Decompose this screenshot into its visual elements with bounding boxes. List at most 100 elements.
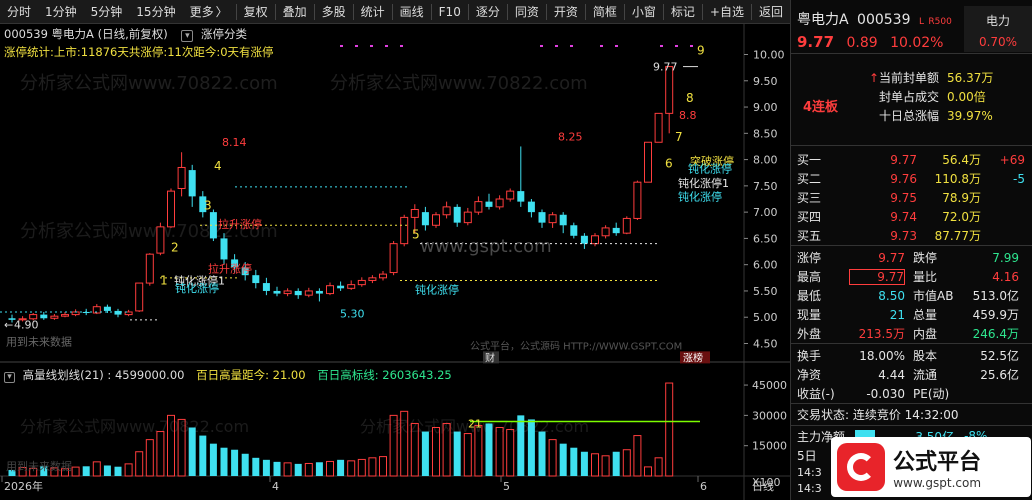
candle-body xyxy=(389,243,398,274)
candle-body xyxy=(601,227,610,237)
stat-label: 外盘 xyxy=(797,327,822,341)
toolbar-right-8[interactable]: 开资 xyxy=(547,0,585,24)
stat-value: 52.5亿 xyxy=(980,349,1019,363)
buy-change: -5 xyxy=(1013,171,1025,186)
toolbar-right-1[interactable]: 叠加 xyxy=(276,0,314,24)
seal-row: ↑ 当前封单额 56.37万 xyxy=(869,68,993,87)
y-tick-label: 5.50 xyxy=(753,285,778,298)
tag-cai: 财 xyxy=(485,351,495,364)
toolbar-right-12[interactable]: +自选 xyxy=(703,0,751,24)
limit-number: 4 xyxy=(214,159,222,173)
toolbar-right-3[interactable]: 统计 xyxy=(354,0,392,24)
buy-order-row[interactable]: 买五 9.73 87.77万 xyxy=(791,226,1032,245)
volume-bar xyxy=(570,447,578,476)
stat-row: 换手 18.00% 股本 52.5亿 xyxy=(791,346,1032,365)
collapse-icon[interactable]: ▾ xyxy=(4,372,15,383)
price-change: 0.89 xyxy=(846,35,878,51)
toolbar-right-11[interactable]: 标记 xyxy=(664,0,702,24)
limit-marker xyxy=(615,45,618,47)
toolbar-right-7[interactable]: 同资 xyxy=(508,0,546,24)
toolbar-right-13[interactable]: 返回 xyxy=(752,0,790,24)
candle-body xyxy=(145,253,154,284)
limit-marker xyxy=(600,45,603,47)
candle-body xyxy=(167,190,175,228)
volume-bar xyxy=(379,456,387,477)
candle-body xyxy=(517,191,525,202)
toolbar-left-3[interactable]: 15分钟 xyxy=(129,0,182,24)
volume-bar xyxy=(82,466,90,476)
toolbar-left-0[interactable]: 分时 xyxy=(0,0,38,24)
source-text: 公式平台，公式源码 HTTP://WWW.GSPT.COM xyxy=(470,340,682,353)
volume-header: ▾ 高量线划线(21) : 4599000.00 百日高量距今: 21.00 百… xyxy=(4,367,452,383)
last-high-label: 9.77 xyxy=(653,61,678,74)
volume-bar xyxy=(315,462,323,476)
seal-value: 39.97% xyxy=(947,108,993,123)
future-data-note: 用到未来数据 xyxy=(6,334,72,348)
volume-bar xyxy=(199,435,207,476)
volume-bar xyxy=(644,466,652,477)
toolbar-left-4[interactable]: 更多〉 xyxy=(183,0,235,24)
streak-label: 4连板 xyxy=(803,100,839,115)
candle-body xyxy=(61,314,69,317)
toolbar-left-1[interactable]: 1分钟 xyxy=(38,0,84,24)
pre-price-label: 8.8 xyxy=(679,109,697,122)
candle-body xyxy=(347,284,356,289)
candle-body xyxy=(252,275,260,284)
toolbar-right-6[interactable]: 逐分 xyxy=(469,0,507,24)
volume-bar xyxy=(633,435,642,477)
badge-r: R500 xyxy=(928,17,952,27)
candle-body xyxy=(548,214,557,224)
volume-f2: 百日高标线: 2603643.25 xyxy=(317,368,452,382)
buy-order-row[interactable]: 买一 9.77 56.4万 +69 xyxy=(791,150,1032,169)
quote-panel: 粤电力A 000539 L R500 9.77 0.89 10.02% 电力 0… xyxy=(790,0,1032,500)
volume-bar xyxy=(294,463,302,476)
watermark: 分析家公式网www.70822.com xyxy=(20,73,278,94)
toolbar-right-4[interactable]: 画线 xyxy=(393,0,431,24)
volume-bar xyxy=(231,449,239,476)
toolbar-right-9[interactable]: 简框 xyxy=(586,0,624,24)
candle-body xyxy=(400,216,409,245)
volume-bar xyxy=(506,429,515,477)
toolbar-right-5[interactable]: F10 xyxy=(432,0,468,24)
limit-annotation: 钝化涨停 xyxy=(688,162,732,176)
toolbar-right-2[interactable]: 多股 xyxy=(315,0,353,24)
volume-bar xyxy=(304,462,313,477)
toolbar-left-2[interactable]: 5分钟 xyxy=(84,0,130,24)
period-label: 日线 xyxy=(752,479,774,493)
buy-order-row[interactable]: 买四 9.74 72.0万 xyxy=(791,207,1032,226)
volume-bar xyxy=(124,463,133,477)
buy-order-row[interactable]: 买二 9.76 110.8万 -5 xyxy=(791,169,1032,188)
buy-order-row[interactable]: 买三 9.75 78.9万 xyxy=(791,188,1032,207)
candle-body xyxy=(570,225,578,236)
toolbar-right-10[interactable]: 小窗 xyxy=(625,0,663,24)
seal-row: 封单占成交 0.00倍 xyxy=(869,87,986,106)
limit-marker xyxy=(340,45,343,47)
stat-label: 现量 xyxy=(797,308,822,322)
toolbar-right-0[interactable]: 复权 xyxy=(237,0,275,24)
limit-marker xyxy=(570,45,573,47)
volume-bar xyxy=(517,415,525,476)
buy-label: 买五 xyxy=(797,229,822,243)
candle-body xyxy=(622,217,631,234)
limit-number: 1 xyxy=(160,274,168,288)
stat-label: PE(动) xyxy=(913,387,950,401)
kline-chart-area[interactable]: 000539 粤电力A (日线,前复权) ▾ 涨停分类 涨停统计:上市:1187… xyxy=(0,24,790,500)
candle-body xyxy=(527,201,535,213)
stat-row: 净资 4.44 流通 25.6亿 xyxy=(791,365,1032,384)
start-price-label: 4.90 xyxy=(14,318,39,331)
candle-body xyxy=(612,227,620,234)
stat-label: 最高 xyxy=(797,270,822,284)
candle-body xyxy=(135,282,144,312)
buy-change: +69 xyxy=(999,152,1025,167)
stat-row: 涨停 9.77 跌停 7.99 xyxy=(791,248,1032,267)
candle-body xyxy=(442,206,451,216)
y-tick-label: 8.00 xyxy=(753,154,778,167)
watermark: 分析家公式网www.70822.com xyxy=(330,73,588,94)
candle-body xyxy=(40,314,48,319)
sector-box[interactable]: 电力 0.70% xyxy=(964,6,1032,52)
candle-body xyxy=(304,290,313,296)
quote-header: 粤电力A 000539 L R500 9.77 0.89 10.02% 电力 0… xyxy=(791,0,1032,54)
candle-body xyxy=(644,141,652,183)
tag-zhangbang: 涨榜 xyxy=(683,351,703,364)
current-price: 9.77 xyxy=(797,33,835,51)
